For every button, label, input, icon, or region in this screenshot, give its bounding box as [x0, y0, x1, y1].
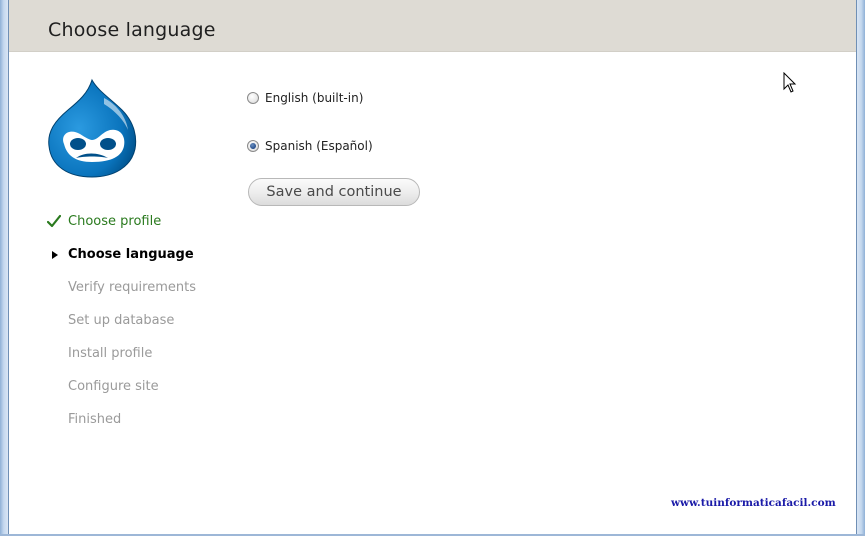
language-option-spanish[interactable]: Spanish (Español)	[247, 136, 373, 156]
step-install-profile: Install profile	[46, 344, 196, 377]
language-radio-group: English (built-in) Spanish (Español)	[247, 88, 373, 156]
language-option-english[interactable]: English (built-in)	[247, 88, 373, 108]
step-choose-language: Choose language	[46, 245, 196, 278]
checkmark-icon	[47, 214, 61, 228]
radio-button-selected[interactable]	[247, 140, 259, 152]
step-set-up-database: Set up database	[46, 311, 196, 344]
save-and-continue-button[interactable]: Save and continue	[248, 178, 420, 206]
watermark-text: www.tuinformaticafacil.com	[671, 497, 836, 509]
current-step-arrow-icon	[52, 251, 58, 259]
drupal-drop-icon	[45, 76, 139, 180]
install-steps-list: Choose profile Choose language Verify re…	[46, 212, 196, 443]
step-label: Choose profile	[68, 214, 162, 229]
step-label: Choose language	[68, 247, 194, 262]
window-frame-right	[856, 0, 865, 536]
page-title: Choose language	[48, 19, 216, 41]
radio-button[interactable]	[247, 92, 259, 104]
step-choose-profile: Choose profile	[46, 212, 196, 245]
language-option-label[interactable]: English (built-in)	[265, 91, 363, 105]
mouse-pointer-icon	[783, 72, 797, 93]
step-configure-site: Configure site	[46, 377, 196, 410]
step-label: Install profile	[68, 346, 153, 361]
step-label: Set up database	[68, 313, 175, 328]
step-label: Finished	[68, 412, 122, 427]
step-finished: Finished	[46, 410, 196, 443]
language-option-label[interactable]: Spanish (Español)	[265, 139, 373, 153]
step-label: Verify requirements	[68, 280, 197, 295]
page-header: Choose language	[9, 0, 856, 52]
window-frame-left	[0, 0, 9, 536]
step-label: Configure site	[68, 379, 159, 394]
step-verify-requirements: Verify requirements	[46, 278, 196, 311]
